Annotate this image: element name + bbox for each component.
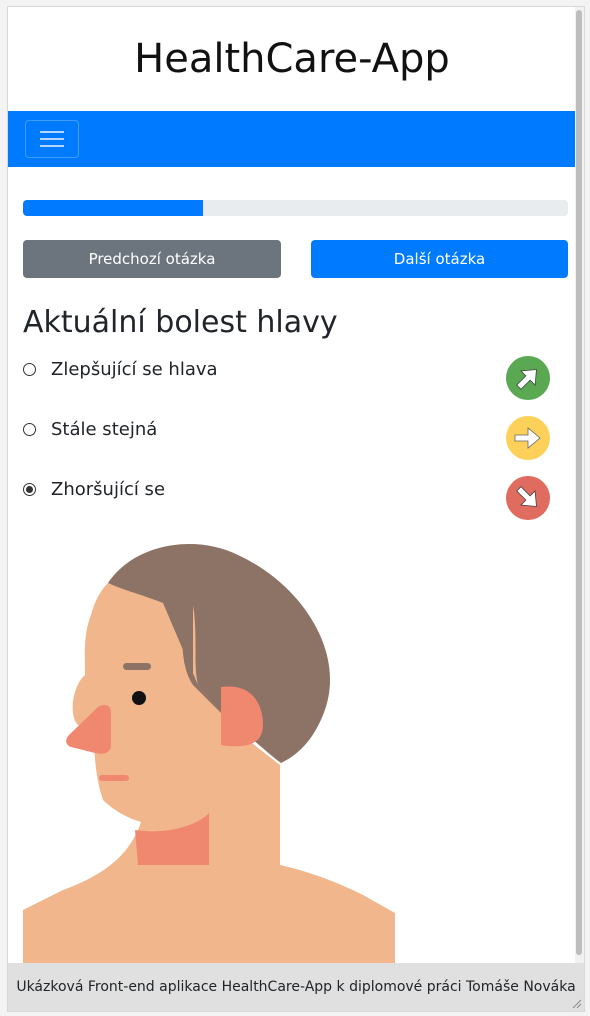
progress-bar — [23, 200, 568, 216]
option-same[interactable]: Stále stejná — [23, 414, 157, 444]
next-question-button[interactable]: Další otázka — [311, 240, 568, 278]
app-title: HealthCare-App — [134, 36, 450, 82]
scrollbar-thumb[interactable] — [576, 10, 582, 955]
app-window: HealthCare-App Predchozí otázka Další ot… — [7, 6, 585, 1012]
radio-button[interactable] — [23, 482, 36, 496]
hamburger-line — [40, 138, 64, 140]
hamburger-icon[interactable] — [25, 120, 79, 158]
question-title: Aktuální bolest hlavy — [23, 305, 338, 340]
previous-question-button[interactable]: Predchozí otázka — [23, 240, 281, 278]
radio-button[interactable] — [23, 362, 36, 376]
scrollbar[interactable] — [575, 7, 584, 963]
arrow-down-right-icon — [506, 476, 550, 520]
option-worsening[interactable]: Zhoršující se — [23, 474, 165, 504]
radio-button[interactable] — [23, 422, 36, 436]
option-improving[interactable]: Zlepšující se hlava — [23, 354, 218, 384]
navbar — [8, 111, 584, 167]
arrow-right-icon — [506, 416, 550, 460]
hamburger-line — [40, 131, 64, 133]
option-label: Stále stejná — [51, 418, 158, 440]
hamburger-line — [40, 145, 64, 147]
resize-grip-icon[interactable] — [571, 998, 582, 1009]
head-illustration — [23, 544, 395, 963]
footer: Ukázková Front-end aplikace HealthCare-A… — [8, 963, 584, 1011]
arrow-up-right-icon — [506, 356, 550, 400]
option-label: Zlepšující se hlava — [51, 358, 218, 380]
option-label: Zhoršující se — [51, 478, 166, 500]
progress-fill — [23, 200, 203, 216]
